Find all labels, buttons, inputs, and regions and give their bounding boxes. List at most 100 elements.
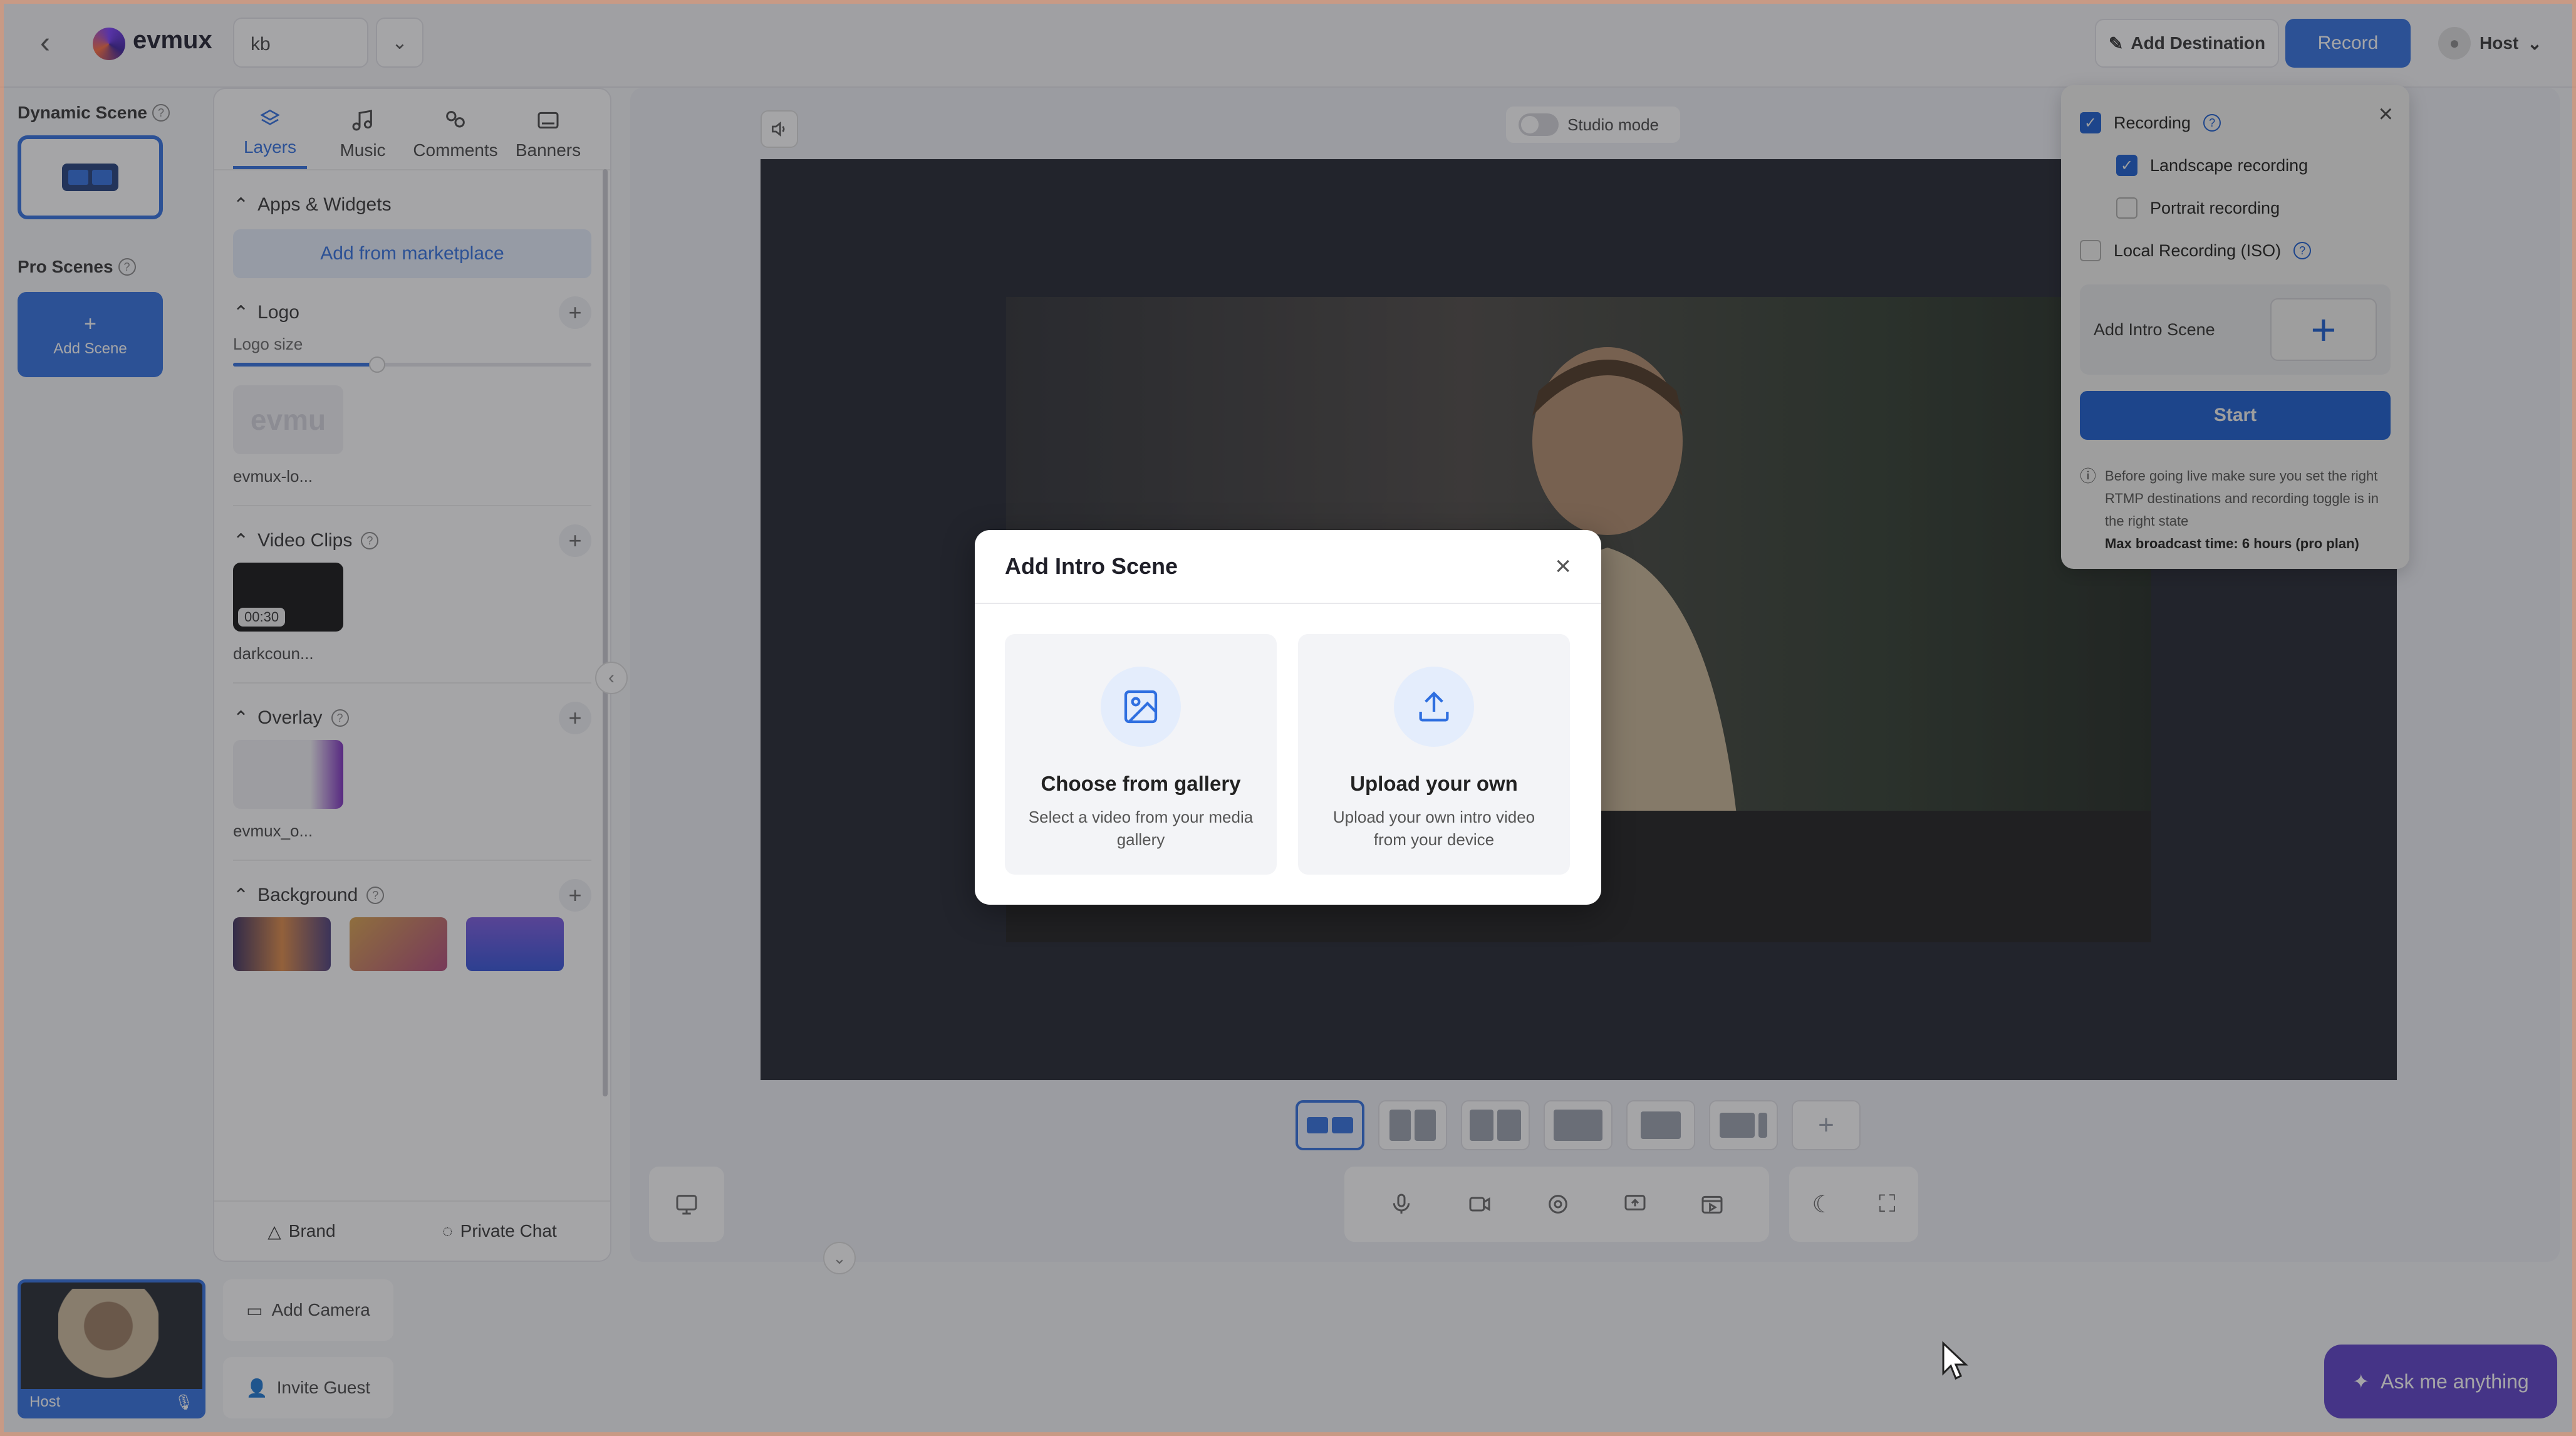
top-bar: ‹ evmux kb ⌄ ✎ Add Destination Record ● …: [0, 0, 2576, 88]
local-recording-checkbox[interactable]: [2080, 240, 2101, 261]
video-clips-title: Video Clips: [257, 530, 353, 551]
host-thumbnail: [58, 1289, 158, 1395]
local-recording-option[interactable]: Local Recording (ISO) ?: [2080, 229, 2391, 272]
chevron-up-icon[interactable]: ⌃: [233, 302, 249, 324]
add-destination-button[interactable]: ✎ Add Destination: [2095, 19, 2279, 68]
chevron-up-icon[interactable]: ⌃: [233, 707, 249, 729]
studio-mode-label: Studio mode: [1567, 115, 1659, 134]
help-icon[interactable]: ?: [366, 887, 385, 904]
host-camera-tile[interactable]: Host 🎙: [18, 1279, 205, 1418]
plus-icon: +: [84, 311, 96, 336]
background-thumbnail[interactable]: [233, 917, 331, 971]
record-button[interactable]: Record: [2285, 19, 2411, 68]
add-scene-button[interactable]: + Add Scene: [18, 292, 163, 377]
panel-scrollbar[interactable]: [603, 169, 608, 1096]
ask-me-anything-button[interactable]: ✦ Ask me anything: [2324, 1345, 2557, 1418]
add-intro-scene-button[interactable]: +: [2270, 298, 2377, 361]
help-icon[interactable]: ?: [2293, 242, 2312, 259]
layout-pip-button[interactable]: [1544, 1100, 1613, 1150]
help-icon[interactable]: ?: [152, 104, 170, 122]
toggle-switch[interactable]: [1519, 113, 1559, 136]
upload-your-own-option[interactable]: Upload your own Upload your own intro vi…: [1298, 634, 1570, 875]
camera-icon[interactable]: [1466, 1192, 1493, 1217]
choose-from-gallery-option[interactable]: Choose from gallery Select a video from …: [1005, 634, 1277, 875]
close-icon[interactable]: ×: [1555, 551, 1571, 582]
tab-layers[interactable]: Layers: [233, 108, 307, 169]
brand-icon: △: [267, 1221, 281, 1241]
add-video-clip-button[interactable]: +: [559, 524, 591, 557]
add-overlay-button[interactable]: +: [559, 702, 591, 734]
layout-two-equal-button[interactable]: [1296, 1100, 1364, 1150]
close-icon[interactable]: ×: [2379, 100, 2393, 128]
portrait-option[interactable]: Portrait recording: [2080, 187, 2391, 229]
studio-mode-toggle[interactable]: Studio mode: [1506, 107, 1680, 143]
sparkle-icon: ✦: [2352, 1370, 2370, 1393]
private-chat-label: Private Chat: [460, 1221, 557, 1241]
add-logo-button[interactable]: +: [559, 296, 591, 329]
back-button[interactable]: ‹: [25, 23, 65, 63]
add-background-button[interactable]: +: [559, 879, 591, 912]
upload-description: Upload your own intro video from your de…: [1332, 808, 1535, 849]
private-chat-button[interactable]: ◌ Private Chat: [442, 1221, 557, 1241]
tab-music[interactable]: Music: [326, 108, 400, 169]
studio-dropdown-button[interactable]: ⌄: [376, 18, 423, 68]
chevron-up-icon[interactable]: ⌃: [233, 530, 249, 552]
evmux-logo-thumbnail: evmu: [233, 385, 343, 454]
help-icon[interactable]: ?: [361, 532, 379, 549]
recording-checkbox[interactable]: ✓: [2080, 112, 2101, 133]
layout-single-button[interactable]: [1626, 1100, 1695, 1150]
fullscreen-icon[interactable]: ⛶: [1879, 1191, 1896, 1218]
logo-asset-name: evmux-lo...: [233, 467, 313, 486]
moon-icon[interactable]: ☾: [1812, 1190, 1833, 1219]
logo-title: Logo: [257, 302, 299, 323]
dynamic-scene-thumbnail[interactable]: [18, 135, 163, 219]
recording-option[interactable]: ✓ Recording ?: [2080, 101, 2391, 144]
panel-footer: △ Brand ◌ Private Chat: [214, 1200, 610, 1261]
background-thumbnail[interactable]: [466, 917, 564, 971]
background-section: ⌃ Background? +: [214, 873, 610, 917]
recording-popover: × ✓ Recording ? ✓ Landscape recording Po…: [2061, 85, 2409, 569]
tab-banners[interactable]: Banners: [511, 108, 585, 169]
layout-grid-button[interactable]: [1461, 1100, 1530, 1150]
help-icon[interactable]: ?: [2203, 114, 2221, 132]
logo-size-slider[interactable]: [233, 356, 591, 373]
share-screen-icon[interactable]: [1623, 1192, 1648, 1217]
chat-icon: ◌: [442, 1221, 453, 1241]
logo-asset[interactable]: evmu evmux-lo...: [233, 385, 343, 486]
collapse-panel-button[interactable]: ‹: [595, 662, 628, 694]
collapse-controls-button[interactable]: ⌄: [823, 1242, 856, 1274]
background-options: [214, 917, 610, 971]
speaker-icon[interactable]: [761, 110, 798, 148]
apps-widgets-section[interactable]: ⌃ Apps & Widgets: [214, 183, 610, 227]
background-thumbnail[interactable]: [350, 917, 447, 971]
add-destination-label: Add Destination: [2131, 33, 2266, 53]
host-menu-button[interactable]: ● Host ⌄: [2428, 19, 2553, 68]
help-icon[interactable]: ?: [331, 709, 349, 727]
landscape-checkbox[interactable]: ✓: [2116, 155, 2137, 176]
studio-name-field[interactable]: kb: [233, 18, 368, 68]
microphone-icon[interactable]: 🎙: [175, 1393, 194, 1412]
pencil-icon: ✎: [2108, 33, 2124, 53]
add-from-marketplace-button[interactable]: Add from marketplace: [233, 229, 591, 278]
layout-sidebar-button[interactable]: [1709, 1100, 1778, 1150]
microphone-icon[interactable]: [1389, 1192, 1414, 1217]
invite-guest-button[interactable]: 👤 Invite Guest: [223, 1357, 393, 1418]
landscape-option[interactable]: ✓ Landscape recording: [2080, 144, 2391, 187]
media-playlist-icon[interactable]: [1700, 1192, 1725, 1217]
comments-icon: [446, 111, 465, 128]
chevron-down-icon: ⌄: [2527, 33, 2542, 53]
start-button[interactable]: Start: [2080, 391, 2391, 440]
screen-icon[interactable]: [649, 1167, 724, 1242]
help-icon[interactable]: ?: [118, 258, 136, 276]
gear-icon[interactable]: [1545, 1192, 1571, 1217]
layout-side-by-side-button[interactable]: [1378, 1100, 1447, 1150]
add-layout-button[interactable]: +: [1792, 1100, 1861, 1150]
portrait-checkbox[interactable]: [2116, 197, 2137, 219]
chevron-up-icon[interactable]: ⌃: [233, 885, 249, 907]
host-label: Host: [2480, 33, 2519, 53]
overlay-asset[interactable]: evmux_o...: [233, 740, 343, 841]
video-clip-asset[interactable]: 00:30 darkcoun...: [233, 563, 343, 663]
brand-button[interactable]: △ Brand: [267, 1221, 335, 1242]
add-camera-button[interactable]: ▭ Add Camera: [223, 1279, 393, 1341]
tab-comments[interactable]: Comments: [413, 108, 498, 169]
